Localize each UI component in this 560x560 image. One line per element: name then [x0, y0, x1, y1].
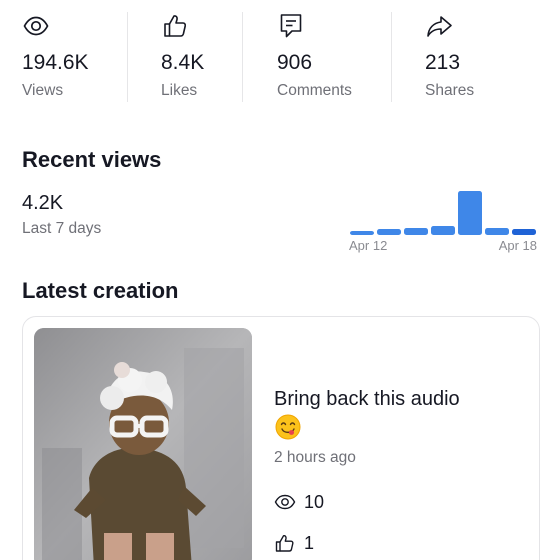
face-savoring-food-emoji-icon [275, 414, 301, 440]
chart-tick-label: Apr 18 [499, 238, 537, 253]
chart-bar-apr-12[interactable] [350, 231, 374, 235]
stat-comments[interactable]: 906 Comments [277, 0, 377, 102]
chart-bar-apr-15[interactable] [431, 226, 455, 235]
chart-bar-apr-17[interactable] [485, 228, 509, 235]
comments-count: 906 [277, 51, 313, 74]
recent-views-period: Last 7 days [22, 220, 102, 237]
chart-bar-apr-16[interactable] [458, 191, 482, 235]
share-arrow-icon [427, 16, 452, 37]
recent-views-chart[interactable]: Apr 12 Apr 18 [340, 180, 548, 260]
eye-icon [274, 494, 296, 510]
views-count: 194.6K [22, 51, 89, 74]
likes-count: 8.4K [161, 51, 205, 74]
latest-creation-heading: Latest creation [22, 278, 179, 303]
video-likes-count: 1 [304, 533, 315, 553]
video-time-ago: 2 hours ago [274, 449, 356, 466]
thumbs-up-icon [275, 535, 294, 552]
divider [127, 12, 128, 102]
video-views-count: 10 [304, 492, 325, 512]
views-label: Views [22, 82, 64, 99]
comment-icon [280, 14, 302, 38]
recent-views-count: 4.2K [22, 192, 64, 214]
video-thumbnail[interactable] [34, 328, 252, 560]
chart-bar-apr-18[interactable] [512, 229, 536, 235]
recent-views-heading: Recent views [22, 147, 162, 172]
divider [391, 12, 392, 102]
shares-count: 213 [425, 51, 461, 74]
stat-shares[interactable]: 213 Shares [425, 0, 525, 102]
chart-bar-apr-14[interactable] [404, 228, 428, 235]
chart-bar-apr-13[interactable] [377, 229, 401, 235]
stat-likes[interactable]: 8.4K Likes [161, 0, 241, 102]
eye-icon [23, 16, 49, 36]
video-title[interactable]: Bring back this audio [274, 386, 460, 412]
chart-tick-label: Apr 12 [349, 238, 387, 253]
likes-label: Likes [161, 82, 198, 99]
shares-label: Shares [425, 82, 475, 99]
divider [242, 12, 243, 102]
thumbs-up-icon [164, 15, 187, 37]
comments-label: Comments [277, 82, 352, 99]
stat-views[interactable]: 194.6K Views [22, 0, 122, 102]
